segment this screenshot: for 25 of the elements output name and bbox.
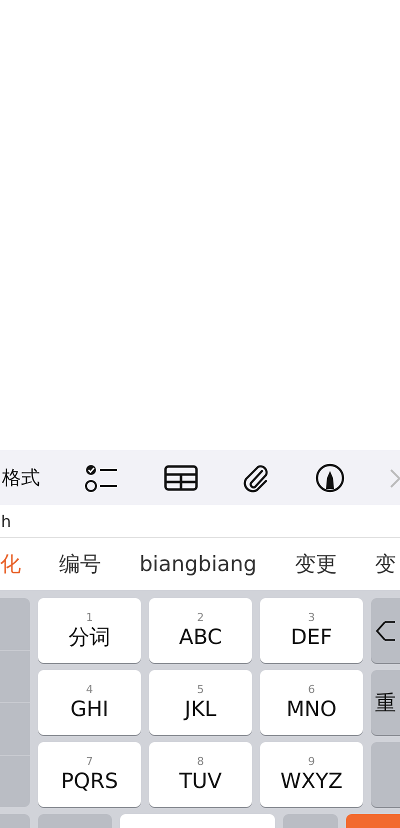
space-key[interactable] — [120, 814, 275, 828]
candidate-word[interactable]: 编号 — [59, 550, 102, 578]
backspace-icon — [375, 620, 395, 642]
reenter-key[interactable]: 重 — [371, 670, 400, 735]
keypad-key[interactable]: 9 WXYZ — [260, 742, 363, 807]
candidate-word[interactable]: 变 — [374, 550, 396, 578]
keypad-key[interactable]: 7 PQRS — [38, 742, 141, 807]
keypad-key[interactable]: 8 TUV — [149, 742, 252, 807]
candidate-word[interactable]: 变更 — [294, 550, 337, 578]
format-button[interactable]: 格式 — [2, 464, 40, 490]
keypad-key[interactable]: 1 分词 — [38, 598, 141, 663]
keypad-key[interactable]: 6 MNO — [260, 670, 363, 735]
paperclip-icon[interactable] — [242, 462, 270, 492]
checklist-icon[interactable] — [84, 464, 119, 492]
keypad-key[interactable]: 2 ABC — [149, 598, 252, 663]
function-key[interactable] — [371, 742, 400, 807]
keypad-key[interactable]: 4 GHI — [38, 670, 141, 735]
backspace-key[interactable] — [371, 598, 400, 663]
keypad-key[interactable]: 5 JKL — [149, 670, 252, 735]
pen-circle-icon[interactable] — [315, 462, 346, 492]
keypad-key[interactable]: 3 DEF — [260, 598, 363, 663]
candidate-word[interactable]: biangbiang — [139, 552, 257, 576]
close-icon[interactable] — [390, 468, 400, 488]
table-icon[interactable] — [164, 464, 198, 490]
composing-text: h — [0, 512, 12, 530]
